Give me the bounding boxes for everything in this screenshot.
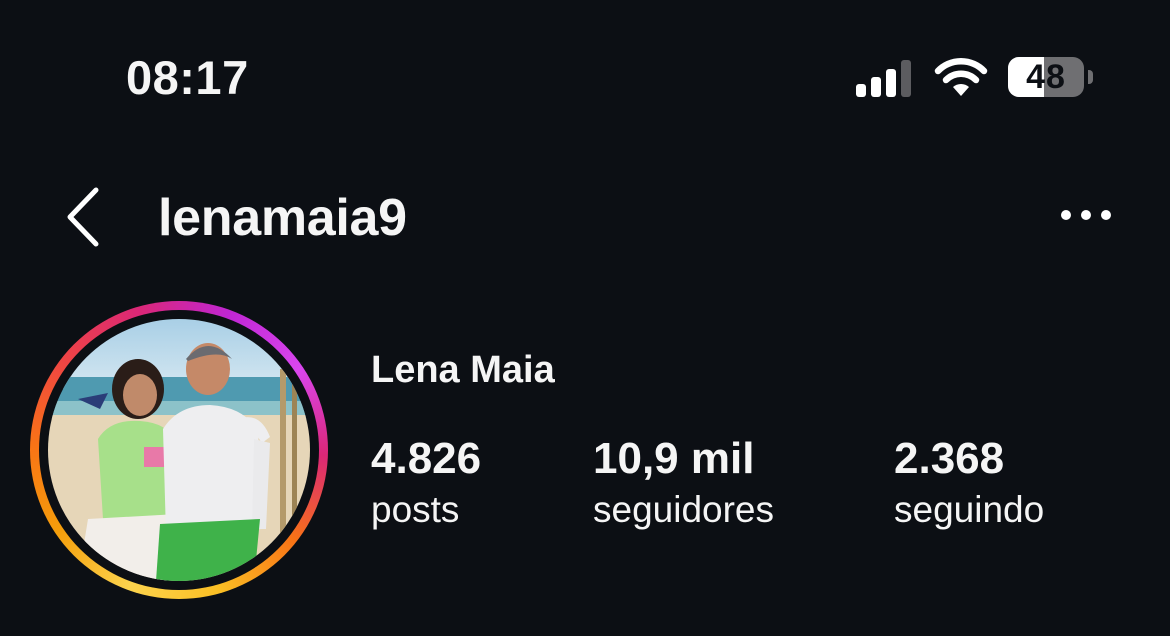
back-button[interactable]: [60, 184, 110, 250]
posts-count: 4.826: [371, 434, 482, 483]
profile-username: lenamaia9: [158, 189, 407, 247]
ellipsis-icon: [1061, 210, 1111, 220]
followers-label: seguidores: [593, 489, 775, 530]
posts-stat[interactable]: 4.826 posts: [371, 434, 481, 532]
following-label: seguindo: [894, 489, 1045, 530]
following-count: 2.368: [894, 434, 1005, 483]
battery-indicator: 48: [1008, 57, 1094, 99]
chevron-left-icon: [67, 187, 99, 247]
story-ring[interactable]: [30, 301, 328, 599]
profile-photo[interactable]: [48, 319, 310, 581]
battery-tip: [1088, 70, 1093, 84]
profile-display-name: Lena Maia: [371, 349, 555, 391]
posts-label: posts: [371, 489, 460, 530]
followers-stat[interactable]: 10,9 mil seguidores: [593, 434, 774, 532]
following-stat[interactable]: 2.368 seguindo: [894, 434, 1044, 532]
more-options-button[interactable]: [1058, 200, 1114, 230]
battery-icon: 48: [1008, 57, 1084, 97]
cellular-signal-icon: [856, 60, 911, 97]
followers-count: 10,9 mil: [593, 434, 755, 483]
status-time: 08:17: [126, 51, 249, 104]
battery-level: 48: [1026, 58, 1066, 96]
wifi-icon: [934, 58, 988, 96]
profile-screen: 08:17 48 lenamaia9 Lena Maia 4.826 posts…: [0, 0, 1170, 636]
